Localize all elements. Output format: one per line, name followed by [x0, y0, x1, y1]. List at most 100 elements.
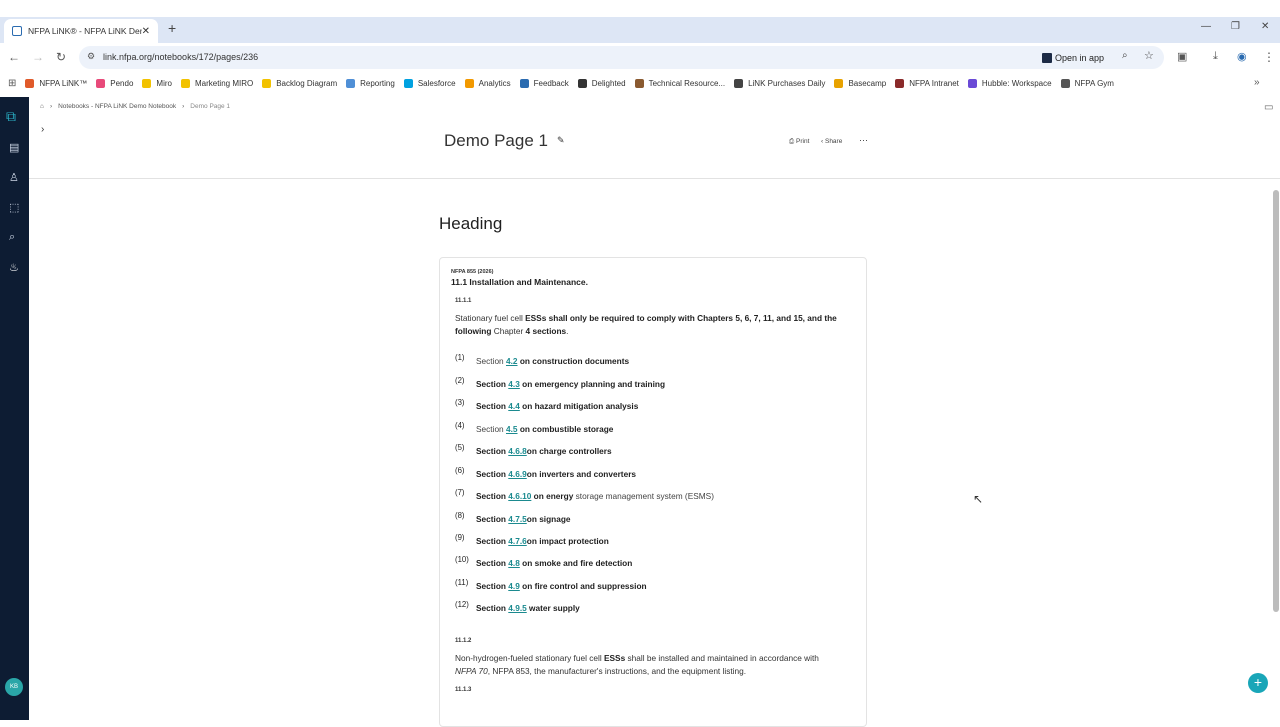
avatar[interactable]: KB: [5, 678, 23, 696]
list-item: (4) Section 4.5 on combustible storage: [455, 421, 613, 434]
site-info-icon[interactable]: ⚙: [87, 51, 95, 62]
list-text: on impact protection: [526, 536, 609, 546]
list-text: Section: [476, 603, 509, 613]
text-run: Stationary fuel cell: [455, 313, 526, 323]
list-text: on energy: [531, 491, 574, 501]
mouse-cursor-icon: ↖: [973, 492, 984, 506]
bookmark-label: Analytics: [478, 78, 511, 88]
bookmark-icon: [519, 78, 529, 88]
section-link[interactable]: 4.6.10: [508, 491, 531, 501]
browser-tab[interactable]: NFPA LiNK® - NFPA LiNK Demo ✕: [4, 19, 158, 43]
close-window-icon[interactable]: ✕: [1261, 21, 1269, 32]
list-item: (1) Section 4.2 on construction documents: [455, 353, 630, 366]
list-text: on construction documents: [517, 356, 630, 366]
bookmark-item[interactable]: Delighted: [577, 78, 626, 88]
bookmark-item[interactable]: Miro: [142, 78, 172, 88]
bookmark-item[interactable]: Pendo: [96, 78, 133, 88]
section-link[interactable]: 4.4: [508, 401, 520, 411]
bookmark-label: Hubble: Workspace: [981, 78, 1052, 88]
bookmark-icon[interactable]: ⬚: [9, 201, 19, 214]
bookmark-item[interactable]: Basecamp: [834, 78, 886, 88]
profile-icon[interactable]: ◉: [1237, 50, 1247, 63]
back-icon[interactable]: ←: [8, 50, 20, 64]
link-logo-icon[interactable]: ⧉: [6, 108, 16, 125]
bookmark-star-icon[interactable]: ☆: [1144, 49, 1154, 62]
address-bar[interactable]: ⚙ link.nfpa.org/notebooks/172/pages/236 …: [79, 46, 1164, 69]
text-run: Chapter: [491, 326, 526, 336]
section-link[interactable]: 4.2: [506, 356, 518, 366]
bookmark-item[interactable]: Backlog Diagram: [262, 78, 337, 88]
list-text: Section: [476, 514, 509, 524]
menu-icon[interactable]: ⋮: [1263, 50, 1275, 64]
text-run: .: [566, 326, 569, 336]
open-in-app-button[interactable]: Open in app: [1042, 50, 1104, 65]
home-icon[interactable]: ⌂: [40, 103, 44, 110]
open-in-app-label: Open in app: [1055, 52, 1105, 63]
list-text: Section: [476, 356, 506, 366]
bookmark-label: LiNK Purchases Daily: [748, 78, 826, 88]
section-link[interactable]: 4.7.6: [508, 536, 526, 546]
url-text[interactable]: link.nfpa.org/notebooks/172/pages/236: [103, 52, 258, 62]
layout-icon[interactable]: ▭: [1264, 102, 1273, 113]
more-options-icon[interactable]: ⋯: [859, 135, 868, 146]
reload-icon[interactable]: ↻: [56, 50, 66, 64]
minimize-icon[interactable]: —: [1201, 21, 1211, 32]
breadcrumb-notebook[interactable]: Notebooks - NFPA LiNK Demo Notebook: [58, 103, 176, 110]
section-link[interactable]: 4.5: [506, 424, 518, 434]
share-button[interactable]: ‹ Share: [821, 138, 842, 145]
paragraph-text: Non-hydrogen-fueled stationary fuel cell…: [455, 652, 855, 678]
section-link[interactable]: 4.7.5: [508, 514, 526, 524]
bookmark-item[interactable]: NFPA Gym: [1060, 78, 1114, 88]
print-button[interactable]: ⎙ Print: [789, 138, 809, 146]
list-text: on inverters and converters: [526, 469, 637, 479]
close-tab-icon[interactable]: ✕: [142, 26, 150, 37]
edit-pencil-icon[interactable]: ✎: [557, 135, 565, 146]
forward-icon[interactable]: →: [32, 50, 44, 64]
tab-title: NFPA LiNK® - NFPA LiNK Demo: [28, 26, 142, 36]
more-bookmarks-icon[interactable]: »: [1254, 77, 1260, 88]
add-button[interactable]: +: [1248, 673, 1268, 693]
bookmark-icon: [142, 78, 152, 88]
bookmark-item[interactable]: NFPA Intranet: [895, 78, 959, 88]
chevron-right-icon: ›: [49, 103, 53, 110]
list-item: (6) Section 4.6.9on inverters and convert…: [455, 466, 637, 479]
section-link[interactable]: 4.6.9: [508, 469, 526, 479]
expand-chevron-icon[interactable]: ›: [41, 124, 44, 135]
restore-icon[interactable]: ❐: [1231, 21, 1240, 32]
apps-grid-icon[interactable]: ⊞: [8, 78, 16, 89]
list-number: (12): [455, 600, 469, 609]
list-text: Section: [476, 469, 509, 479]
bookmarks-bar: ⊞ NFPA LiNK™ Pendo Miro Marketing MIRO B…: [0, 72, 1280, 94]
list-text: Section: [476, 581, 509, 591]
user-icon[interactable]: ♙: [9, 171, 19, 184]
panel-icon[interactable]: ▤: [9, 141, 19, 154]
breadcrumb: ⌂ › Notebooks - NFPA LiNK Demo Notebook …: [40, 103, 230, 110]
section-link[interactable]: 4.9.5: [508, 603, 526, 613]
bookmark-item[interactable]: LiNK Purchases Daily: [734, 78, 826, 88]
bookmark-item[interactable]: Technical Resource...: [634, 78, 726, 88]
bookmark-label: Technical Resource...: [648, 78, 726, 88]
zoom-icon[interactable]: ⌕: [1122, 50, 1128, 61]
new-tab-icon[interactable]: +: [168, 20, 176, 36]
download-icon[interactable]: ⤓: [1213, 50, 1218, 63]
section-link[interactable]: 4.8: [508, 558, 520, 568]
fire-icon[interactable]: ♨: [9, 261, 19, 274]
bookmark-item[interactable]: Feedback: [519, 78, 569, 88]
bookmark-item[interactable]: Salesforce: [403, 78, 456, 88]
search-icon[interactable]: ⌕: [9, 231, 15, 244]
scrollbar-thumb[interactable]: [1273, 190, 1279, 612]
side-panel-icon[interactable]: ▣: [1177, 50, 1187, 63]
bookmark-item[interactable]: Hubble: Workspace: [967, 78, 1052, 88]
list-item: (12) Section 4.9.5 water supply: [455, 600, 580, 613]
print-icon: ⎙: [789, 138, 797, 145]
text-run: , NFPA 853, the manufacturer's instructi…: [487, 666, 747, 676]
bookmark-item[interactable]: Marketing MIRO: [180, 78, 253, 88]
section-link[interactable]: 4.9: [508, 581, 520, 591]
list-number: (3): [455, 398, 465, 407]
bookmark-item[interactable]: NFPA LiNK™: [25, 78, 87, 88]
bookmark-item[interactable]: Analytics: [464, 78, 511, 88]
section-link[interactable]: 4.6.8: [508, 446, 526, 456]
bookmark-item[interactable]: Reporting: [346, 78, 395, 88]
section-link[interactable]: 4.3: [508, 379, 520, 389]
list-item: (2) Section 4.3 on emergency planning and…: [455, 376, 665, 389]
